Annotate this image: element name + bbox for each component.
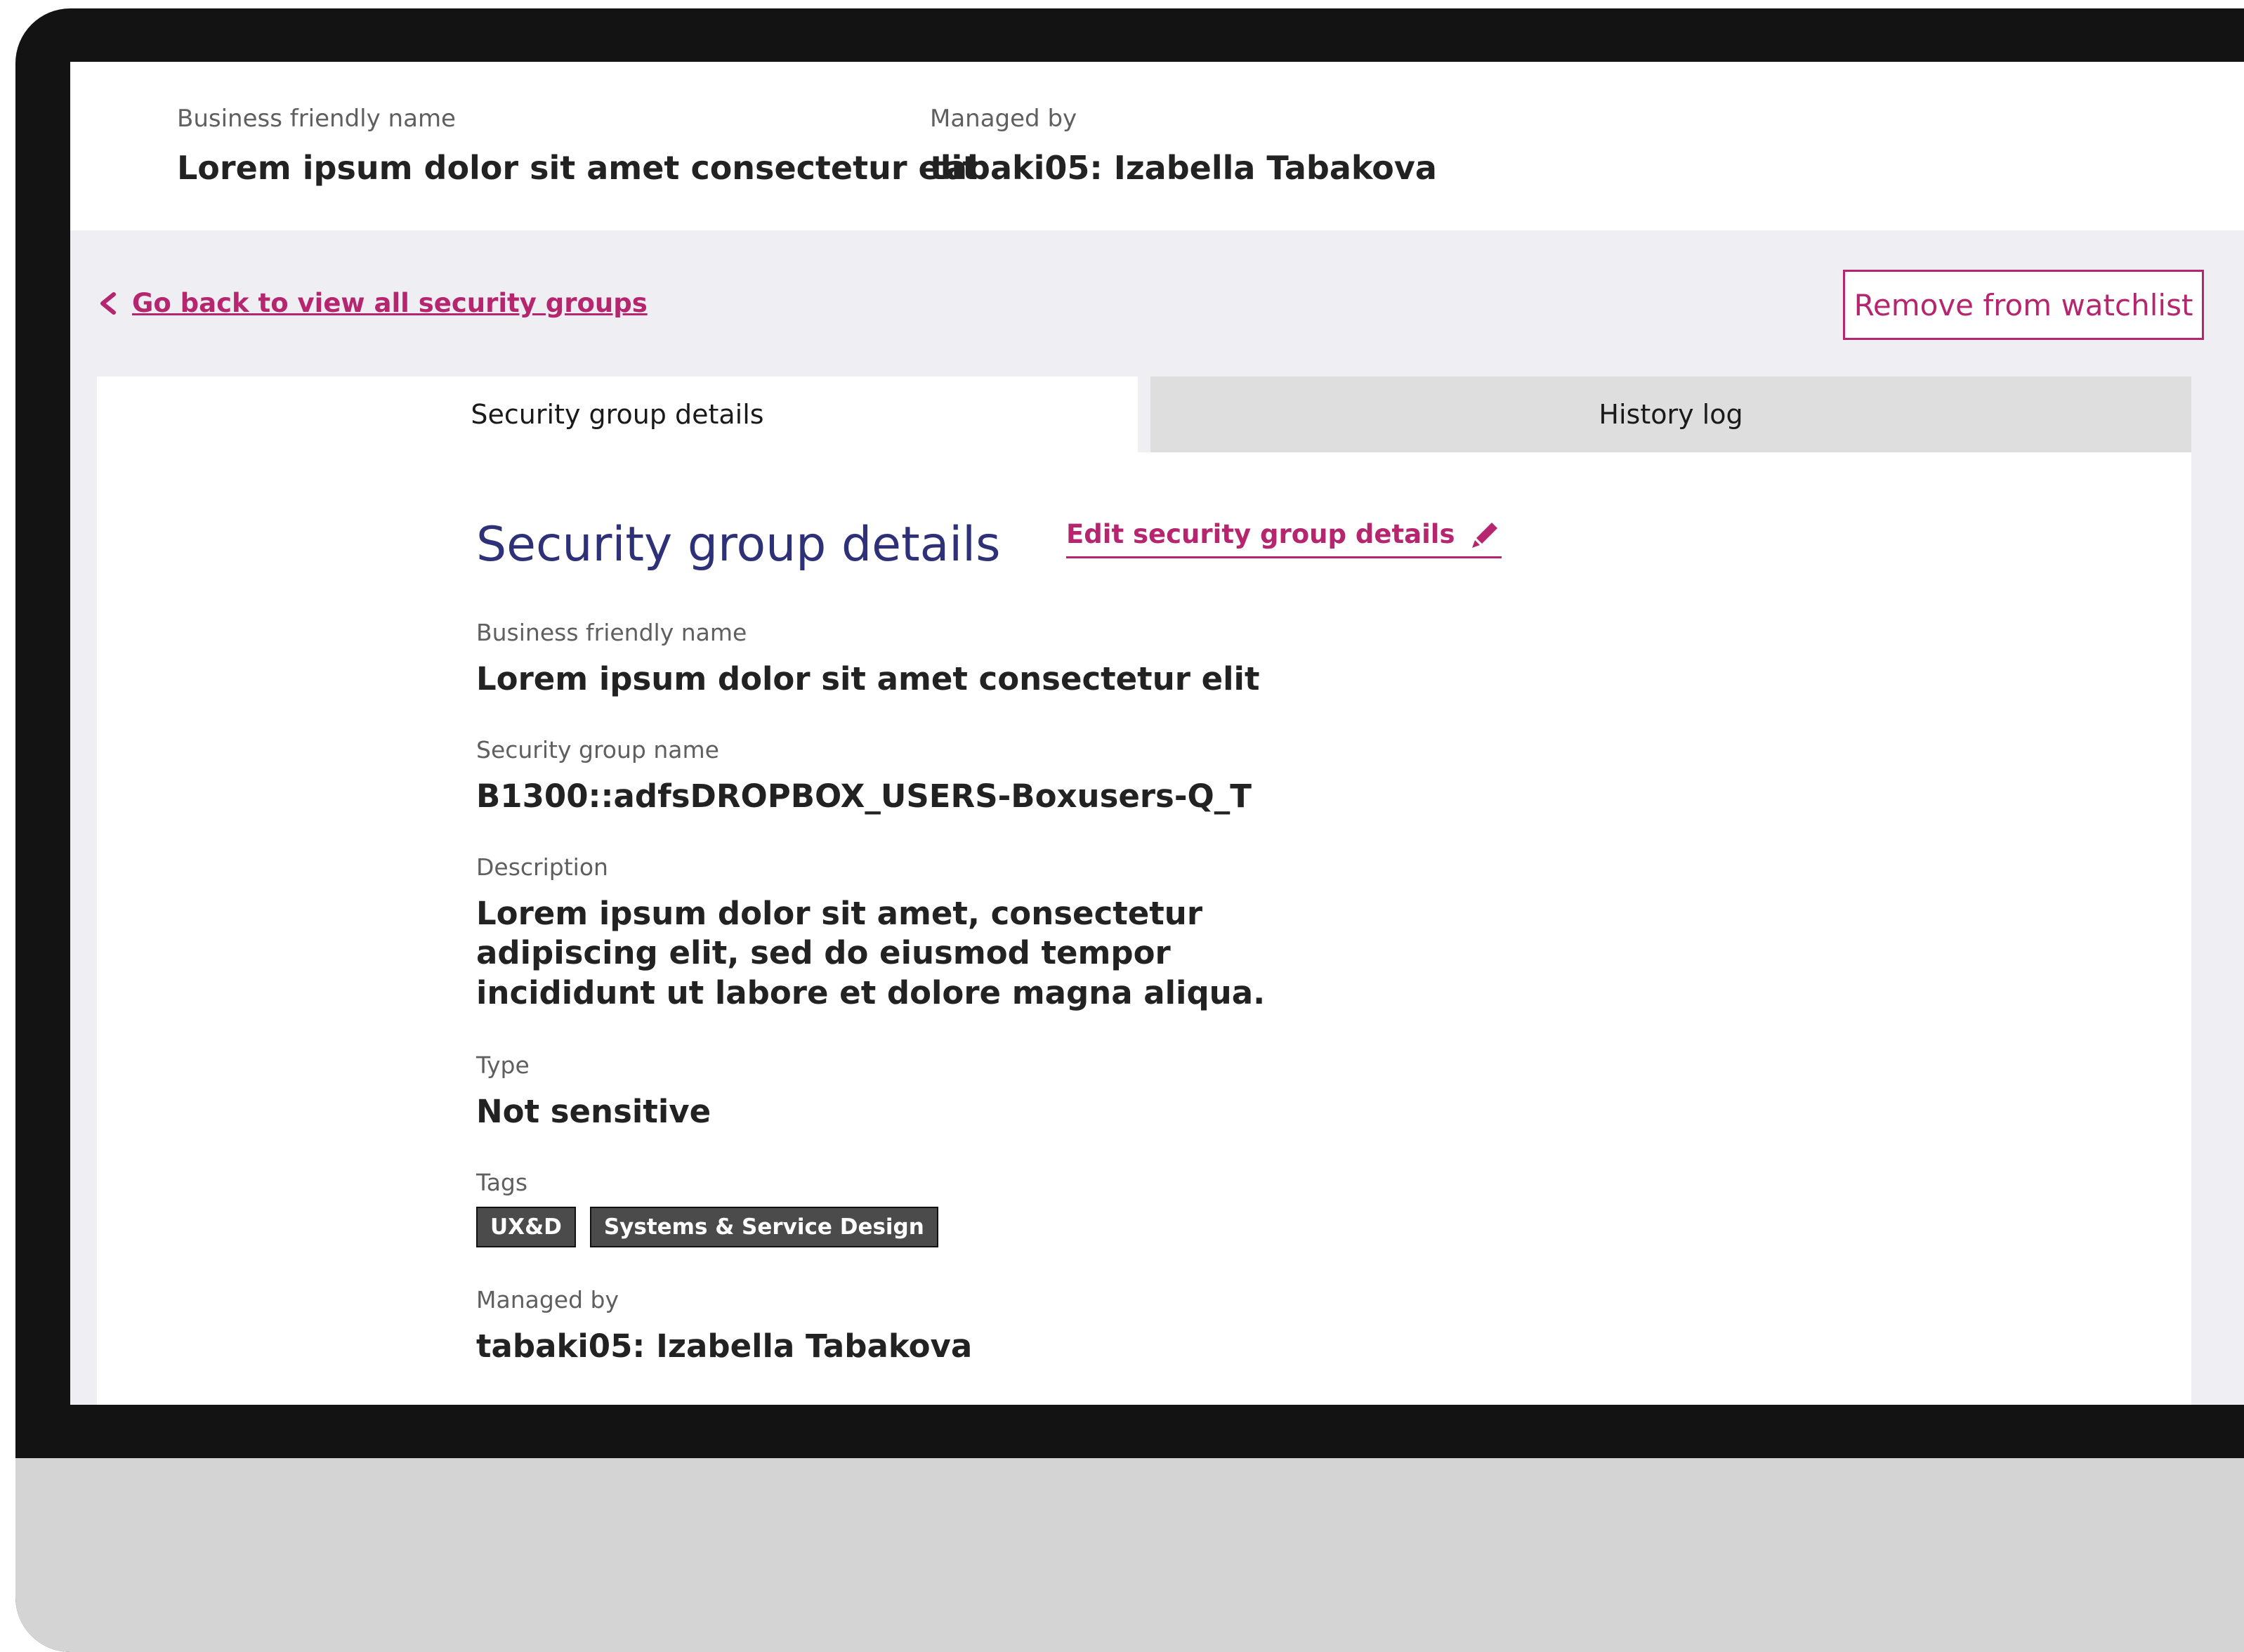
field-group-name-value: B1300::adfsDROPBOX_USERS-Boxusers-Q_T bbox=[476, 778, 1252, 815]
app-screen: Business friendly name Lorem ipsum dolor… bbox=[70, 62, 2244, 1405]
field-group-name: Security group name B1300::adfsDROPBOX_U… bbox=[476, 738, 1252, 816]
pencil-icon bbox=[1471, 523, 1497, 548]
field-business-name-value: Lorem ipsum dolor sit amet consectetur e… bbox=[476, 660, 1260, 697]
field-managed-by-label: Managed by bbox=[476, 1286, 619, 1313]
back-link-label: Go back to view all security groups bbox=[132, 288, 648, 318]
field-tags-label: Tags bbox=[476, 1169, 528, 1196]
tab-security-group-details[interactable]: Security group details bbox=[97, 376, 1138, 452]
field-tags: Tags UX&D Systems & Service Design bbox=[476, 1171, 952, 1247]
tab-history-log-label: History log bbox=[1599, 399, 1743, 430]
summary-managed-by: Managed by tabaki05: Izabella Tabakova bbox=[930, 107, 1437, 184]
monitor-chin bbox=[15, 1458, 2244, 1652]
field-description: Description Lorem ipsum dolor sit amet, … bbox=[476, 855, 1333, 1013]
summary-managed-by-value: tabaki05: Izabella Tabakova bbox=[930, 149, 1437, 187]
field-description-label: Description bbox=[476, 853, 608, 881]
summary-business-name: Business friendly name Lorem ipsum dolor… bbox=[177, 107, 978, 184]
tab-history-log[interactable]: History log bbox=[1150, 376, 2191, 452]
edit-security-group-details-link[interactable]: Edit security group details bbox=[1066, 517, 1502, 558]
tag-chip: UX&D bbox=[476, 1207, 576, 1247]
field-type-label: Type bbox=[476, 1051, 530, 1079]
summary-business-name-value: Lorem ipsum dolor sit amet consectetur e… bbox=[177, 149, 978, 187]
field-type-value: Not sensitive bbox=[476, 1093, 711, 1130]
section-title: Security group details bbox=[476, 517, 1001, 572]
summary-header: Business friendly name Lorem ipsum dolor… bbox=[70, 62, 2244, 230]
edit-link-label: Edit security group details bbox=[1066, 518, 1455, 549]
field-managed-by-value: tabaki05: Izabella Tabakova bbox=[476, 1328, 973, 1365]
details-panel: Security group details Edit security gro… bbox=[97, 452, 2191, 1405]
summary-managed-by-label: Managed by bbox=[930, 105, 1077, 133]
field-managed-by: Managed by tabaki05: Izabella Tabakova bbox=[476, 1288, 972, 1366]
field-business-name-label: Business friendly name bbox=[476, 619, 747, 646]
chevron-left-icon bbox=[100, 291, 116, 315]
tag-chip: Systems & Service Design bbox=[589, 1207, 938, 1247]
remove-from-watchlist-button[interactable]: Remove from watchlist bbox=[1843, 270, 2204, 340]
field-business-name: Business friendly name Lorem ipsum dolor… bbox=[476, 621, 1259, 699]
field-description-value: Lorem ipsum dolor sit amet, consectetur … bbox=[476, 895, 1266, 1011]
summary-business-name-label: Business friendly name bbox=[177, 105, 456, 133]
tab-security-group-details-label: Security group details bbox=[471, 399, 764, 430]
tag-list: UX&D Systems & Service Design bbox=[476, 1207, 952, 1247]
field-type: Type Not sensitive bbox=[476, 1054, 711, 1132]
field-group-name-label: Security group name bbox=[476, 736, 719, 763]
back-to-security-groups-link[interactable]: Go back to view all security groups bbox=[98, 288, 648, 318]
monitor-frame: Business friendly name Lorem ipsum dolor… bbox=[15, 8, 2244, 1652]
